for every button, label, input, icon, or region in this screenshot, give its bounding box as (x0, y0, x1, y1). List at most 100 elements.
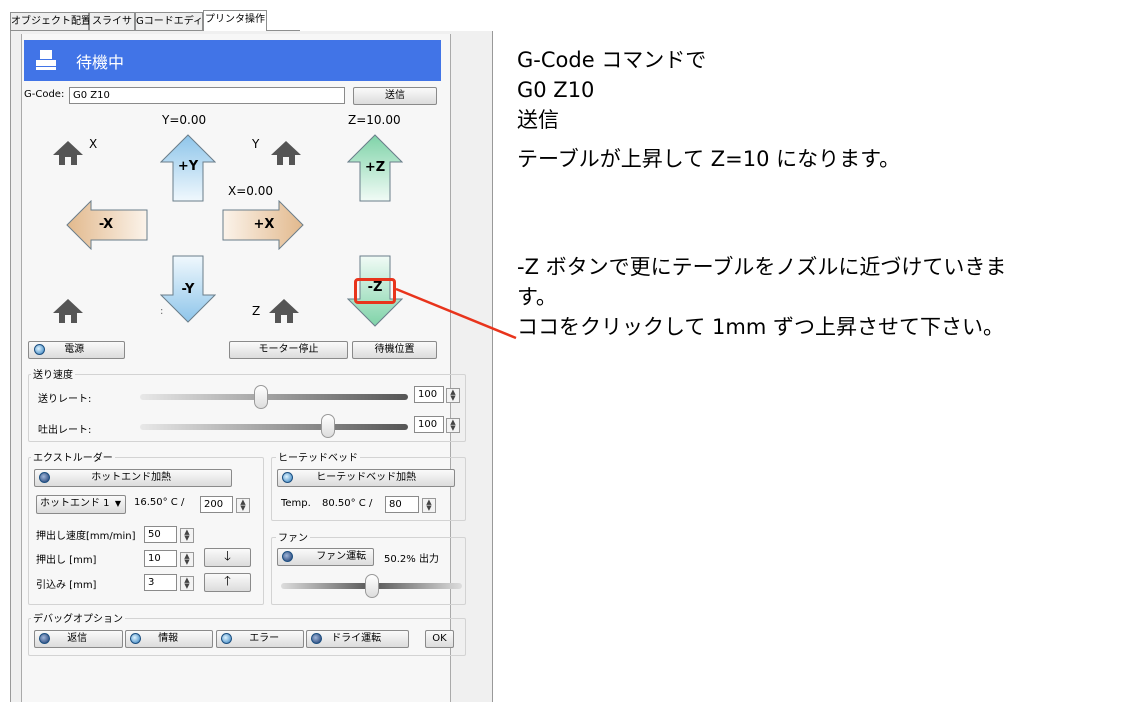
hotend-heat-label: ホットエンド加熱 (91, 472, 172, 483)
extrude-length-input[interactable]: 10 (144, 550, 177, 567)
home-x-icon[interactable] (52, 138, 84, 166)
gcode-label: G-Code: (24, 89, 65, 100)
note-line-1: G-Code コマンドで (517, 48, 707, 72)
minus-z-highlight (354, 278, 396, 304)
dry-run-indicator-icon (311, 632, 322, 644)
extrude-length-spinner[interactable]: ▲ ▼ (180, 552, 194, 567)
arrow-up-icon: 🡑 (224, 574, 231, 589)
status-bar: 待機中 (24, 40, 441, 81)
tab-bar: オブジェクト配置 スライサ Gコードエディタ プリンタ操作 (10, 10, 302, 31)
bed-heat-button[interactable]: ヒーテッドベッド加熱 (277, 469, 455, 487)
error-toggle[interactable]: エラー (216, 630, 304, 648)
heated-bed-group (271, 457, 466, 521)
echo-toggle[interactable]: 返信 (34, 630, 123, 648)
tab-slicer[interactable]: スライサ (89, 12, 135, 31)
extrude-speed-input[interactable]: 50 (144, 526, 177, 543)
minus-y-button[interactable]: -Y (160, 255, 216, 323)
flow-rate-label: 吐出レート: (38, 425, 92, 436)
callout-line (395, 287, 517, 340)
motor-stop-button[interactable]: モーター停止 (229, 341, 348, 359)
ok-button[interactable]: OK (425, 630, 454, 648)
extrude-speed-label: 押出し速度[mm/min] (36, 531, 136, 542)
fan-title: ファン (276, 529, 310, 544)
minus-y-label: -Y (181, 282, 195, 297)
info-indicator-icon (130, 632, 141, 644)
arrow-down-icon: 🡓 (224, 549, 231, 564)
bed-target-spinner[interactable]: ▲ ▼ (422, 498, 436, 513)
power-label: 電源 (64, 344, 85, 355)
fan-indicator-icon (282, 550, 293, 562)
retract-button[interactable]: 🡑 (204, 573, 251, 592)
tab-printer-control[interactable]: プリンタ操作 (203, 10, 267, 31)
feed-rate-input[interactable]: 100 (414, 386, 444, 403)
bed-temperature: 80.50° C / (322, 498, 373, 509)
feed-rate-slider[interactable] (140, 394, 408, 400)
home-z-label: Z (252, 304, 261, 318)
echo-label: 返信 (67, 633, 88, 644)
feed-rate-slider-thumb[interactable] (253, 385, 268, 409)
extruder-title: エクストルーダー (31, 449, 115, 464)
minus-x-label: -X (98, 217, 114, 232)
feed-rate-spinner[interactable]: ▲ ▼ (446, 388, 460, 403)
info-toggle[interactable]: 情報 (125, 630, 213, 648)
dry-run-toggle[interactable]: ドライ運転 (306, 630, 409, 648)
flow-rate-spinner[interactable]: ▲ ▼ (446, 418, 460, 433)
extrude-button[interactable]: 🡓 (204, 548, 251, 567)
note-line-7: ココをクリックして 1mm ずつ上昇させて下さい。 (517, 315, 1004, 339)
hotend-select[interactable]: ホットエンド 1 ▼ (36, 495, 126, 514)
error-indicator-icon (221, 632, 232, 644)
tab-gcode-editor[interactable]: Gコードエディタ (135, 12, 213, 31)
plus-z-button[interactable]: +Z (347, 134, 403, 202)
plus-z-label: +Z (364, 160, 386, 175)
tab-object-placement[interactable]: オブジェクト配置 (10, 12, 91, 31)
bed-target-input[interactable]: 80 (385, 496, 419, 513)
debug-options-title: デバッグオプション (31, 610, 125, 625)
y-position: Y=0.00 (162, 113, 207, 127)
note-line-3: 送信 (517, 108, 559, 132)
fan-button-label: ファン運転 (316, 551, 367, 562)
home-all-icon[interactable] (52, 296, 84, 324)
retract-length-spinner[interactable]: ▲ ▼ (180, 576, 194, 591)
feed-rate-label: 送りレート: (38, 394, 92, 405)
fan-button[interactable]: ファン運転 (277, 548, 374, 566)
home-z-icon[interactable] (268, 296, 300, 324)
plus-x-button[interactable]: +X (222, 200, 304, 250)
feed-speed-group (28, 374, 466, 442)
chevron-down-icon: ▼ (114, 499, 121, 508)
bed-indicator-icon (282, 471, 293, 483)
home-y-label: Y (252, 137, 260, 151)
heated-bed-title: ヒーテッドベッド (276, 449, 360, 464)
gcode-input[interactable]: G0 Z10 (69, 87, 345, 104)
hotend-temperature: 16.50° C / (134, 497, 185, 508)
flow-rate-slider[interactable] (140, 424, 408, 430)
hotend-target-spinner[interactable]: ▲ ▼ (236, 498, 250, 513)
note-line-4: テーブルが上昇して Z=10 になります。 (517, 147, 901, 171)
feed-speed-title: 送り速度 (31, 366, 75, 381)
home-x-label: X (89, 137, 98, 151)
note-line-5: -Z ボタンで更にテーブルをノズルに近づけていきま (517, 255, 1007, 279)
note-line-6: す。 (517, 285, 557, 309)
printer-icon (36, 50, 56, 70)
hotend-heat-button[interactable]: ホットエンド加熱 (34, 469, 232, 487)
power-button[interactable]: 電源 (28, 341, 125, 359)
home-y-icon[interactable] (270, 138, 302, 166)
x-position: X=0.00 (228, 184, 273, 198)
hotend-target-input[interactable]: 200 (200, 496, 233, 513)
flow-rate-input[interactable]: 100 (414, 416, 444, 433)
fan-slider-thumb[interactable] (364, 574, 379, 598)
standby-position-button[interactable]: 待機位置 (352, 341, 437, 359)
info-label: 情報 (158, 633, 179, 644)
hotend-select-value: ホットエンド 1 (40, 498, 110, 509)
status-text: 待機中 (76, 53, 125, 72)
extrude-length-label: 押出し [mm] (36, 555, 97, 566)
flow-rate-slider-thumb[interactable] (320, 414, 335, 438)
minus-x-button[interactable]: -X (66, 200, 148, 250)
error-label: エラー (249, 633, 280, 644)
hotend-indicator-icon (39, 471, 50, 483)
plus-y-button[interactable]: +Y (160, 134, 216, 202)
z-position: Z=10.00 (348, 113, 401, 127)
extrude-speed-spinner[interactable]: ▲ ▼ (180, 528, 194, 543)
retract-length-input[interactable]: 3 (144, 574, 177, 591)
send-button[interactable]: 送信 (353, 87, 437, 105)
dry-run-label: ドライ運転 (331, 633, 382, 644)
